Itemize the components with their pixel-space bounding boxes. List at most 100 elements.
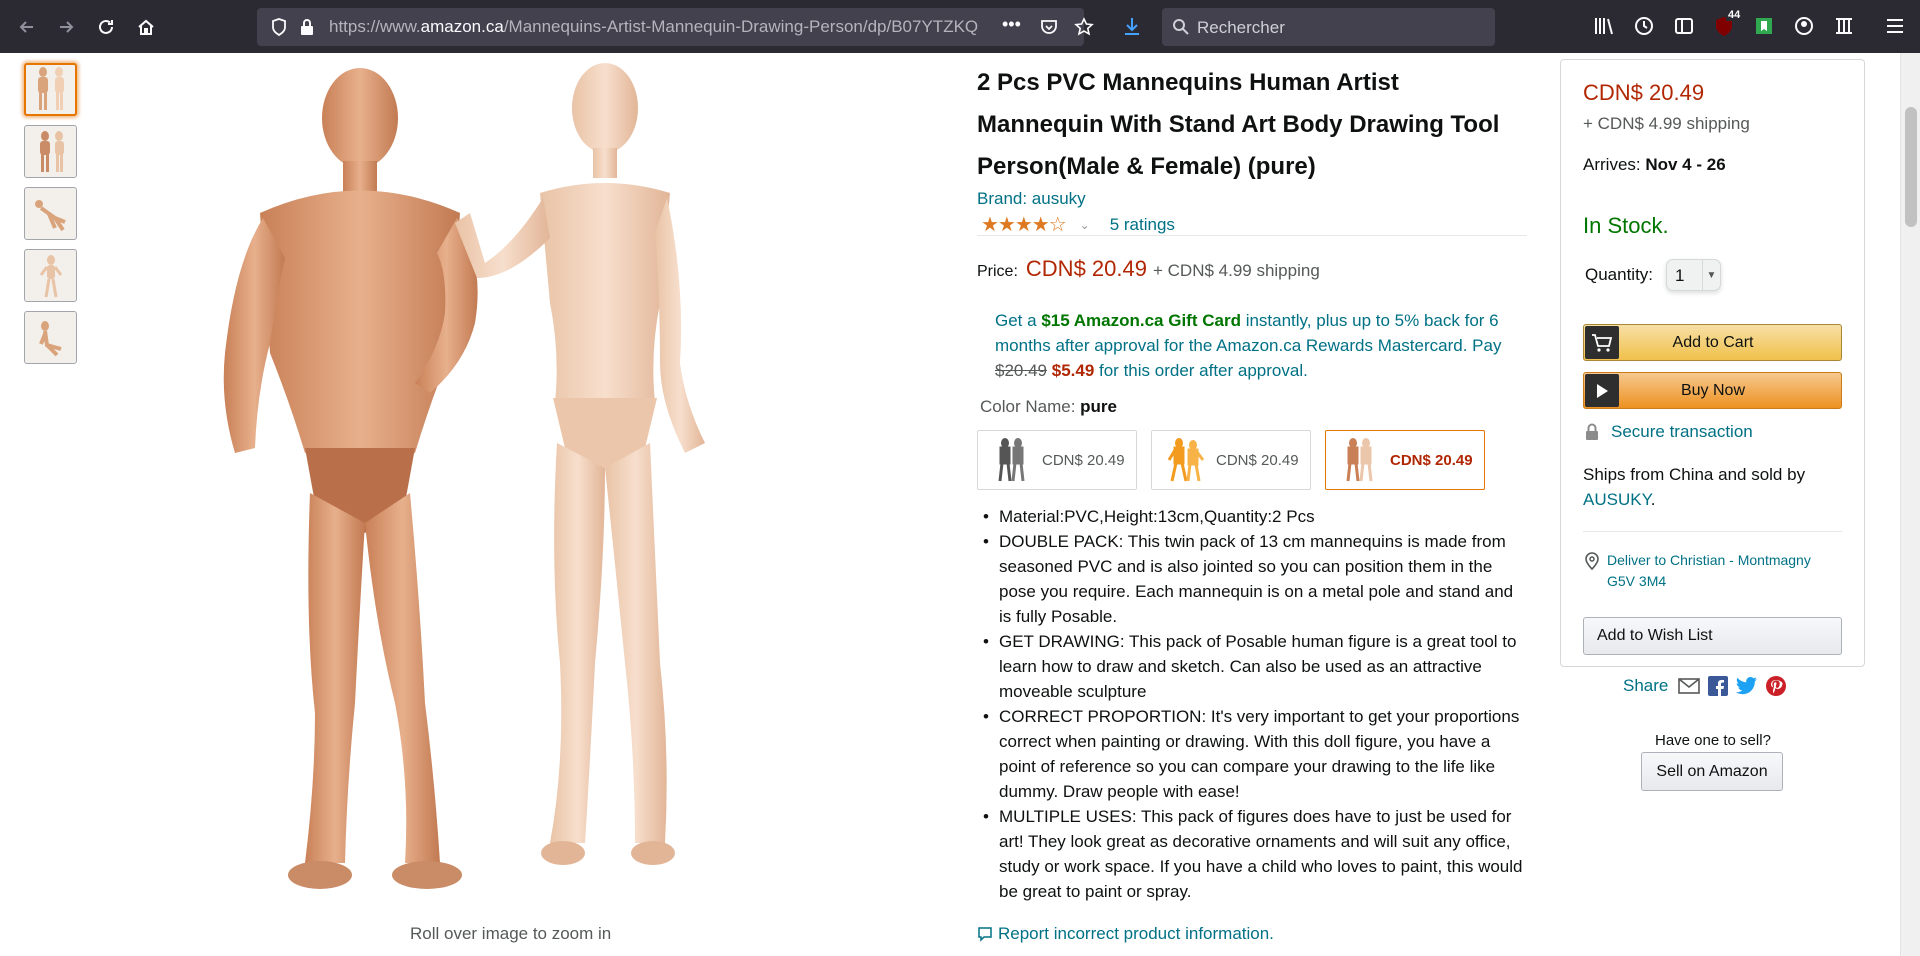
buybox-shipping: + CDN$ 4.99 shipping [1583, 114, 1750, 133]
seller-link[interactable]: AUSUKY [1583, 490, 1651, 509]
search-placeholder: Rechercher [1197, 18, 1285, 37]
promo-text: for this order after approval. [1094, 361, 1308, 380]
thumbnail-4[interactable] [24, 249, 77, 302]
color-name-label: Color Name: pure [980, 397, 1117, 417]
quantity-value: 1 [1675, 266, 1685, 285]
bookmark-extension-icon[interactable] [1753, 15, 1775, 37]
arrow-right-icon [60, 21, 74, 33]
report-link[interactable]: Report incorrect product information. [977, 924, 1274, 944]
library-icon[interactable] [1593, 15, 1615, 37]
list-item: GET DRAWING: This pack of Posable human … [983, 629, 1529, 704]
thumbnail-list [24, 63, 77, 373]
swatch-dark[interactable]: CDN$ 20.49 [977, 430, 1137, 490]
url-bar[interactable]: https://www.amazon.ca/Mannequins-Artist-… [257, 8, 1094, 46]
play-icon [1585, 374, 1619, 407]
dark-mannequin-icon [998, 438, 1025, 482]
swatch-price: CDN$ 20.49 [1216, 451, 1299, 469]
sidebar-icon[interactable] [1673, 15, 1695, 37]
sell-question: Have one to sell? [1655, 732, 1771, 749]
pinterest-icon[interactable] [1766, 676, 1787, 696]
secure-label: Secure transaction [1611, 422, 1753, 441]
divider [977, 235, 1527, 236]
back-button[interactable] [12, 12, 42, 42]
rating-row: ★★★★☆ ⌄ 5 ratings [981, 212, 1175, 237]
scrollbar-thumb[interactable] [1905, 107, 1917, 227]
product-page: Roll over image to zoom in 2 Pcs PVC Man… [0, 53, 1920, 956]
thumbnail-3[interactable] [24, 187, 77, 240]
zoom-hint: Roll over image to zoom in [410, 924, 612, 943]
sell-on-amazon-button[interactable]: Sell on Amazon [1641, 752, 1783, 791]
chevron-down-icon: ▼ [1702, 260, 1720, 290]
extensions-grid-icon[interactable] [1833, 15, 1855, 37]
twitter-icon[interactable] [1736, 677, 1758, 695]
star-rating[interactable]: ★★★★☆ [981, 212, 1067, 237]
list-item: MULTIPLE USES: This pack of figures does… [983, 804, 1529, 904]
download-icon[interactable] [1121, 15, 1143, 37]
mannequin-pair-icon [39, 130, 64, 172]
thumbnail-5[interactable] [24, 311, 77, 364]
more-icon[interactable]: ••• [1002, 14, 1022, 34]
url-prefix: https://www. [329, 17, 421, 36]
price-row: Price: CDN$ 20.49 + CDN$ 4.99 shipping [977, 256, 1320, 282]
promo-old-price: $20.49 [995, 361, 1047, 380]
credit-card-promo[interactable]: Get a $15 Amazon.ca Gift Card instantly,… [995, 308, 1515, 383]
facebook-icon[interactable] [1708, 676, 1729, 696]
product-title: 2 Pcs PVC Mannequins Human Artist Manneq… [977, 69, 1500, 180]
pocket-icon[interactable] [1039, 17, 1059, 37]
share-row: Share [1623, 676, 1794, 696]
home-button[interactable] [131, 12, 161, 42]
reload-button[interactable] [91, 12, 121, 42]
standing-mannequin-icon [39, 254, 62, 297]
color-label-text: Color Name: [980, 397, 1081, 416]
swatch-orange[interactable]: CDN$ 20.49 [1151, 430, 1311, 490]
secure-transaction-link[interactable]: Secure transaction [1585, 422, 1753, 442]
feature-bullets: Material:PVC,Height:13cm,Quantity:2 Pcs … [983, 504, 1529, 904]
orange-mannequin-icon [1167, 438, 1205, 482]
arrives-label: Arrives: [1583, 155, 1646, 174]
mannequin-pair-icon [37, 66, 64, 110]
lock-icon[interactable] [297, 17, 317, 37]
product-main-image[interactable] [165, 63, 865, 923]
deliver-to-link[interactable]: Deliver to Christian - Montmagny G5V 3M4 [1585, 550, 1811, 592]
buy-now-button[interactable]: Buy Now [1583, 372, 1842, 409]
divider [1583, 531, 1842, 532]
menu-icon[interactable] [1884, 15, 1906, 37]
male-mannequin [223, 68, 478, 889]
reclining-mannequin-icon [34, 199, 66, 231]
buy-now-label: Buy Now [1680, 381, 1746, 399]
extension-badge: 44 [1726, 9, 1743, 21]
email-icon[interactable] [1678, 677, 1701, 695]
color-value: pure [1080, 397, 1117, 416]
color-swatches: CDN$ 20.49 CDN$ 20.49 CDN$ 20.49 [977, 430, 1499, 490]
list-item: Material:PVC,Height:13cm,Quantity:2 Pcs [983, 504, 1529, 529]
brand-link[interactable]: Brand: ausuky [977, 189, 1086, 209]
price-value: CDN$ 20.49 [1025, 256, 1147, 281]
ratings-count-link[interactable]: 5 ratings [1110, 215, 1175, 235]
browser-toolbar: https://www.amazon.ca/Mannequins-Artist-… [0, 0, 1920, 53]
cart-icon [1585, 326, 1619, 359]
url-text[interactable]: https://www.amazon.ca/Mannequins-Artist-… [329, 17, 979, 37]
chevron-down-icon[interactable]: ⌄ [1080, 218, 1090, 232]
thumbnail-1[interactable] [24, 63, 77, 116]
page-scrollbar[interactable] [1900, 53, 1920, 956]
shield-icon[interactable] [269, 17, 289, 37]
ships-from-label: Ships from China and sold by [1583, 465, 1806, 484]
url-domain: amazon.ca [420, 17, 504, 36]
comment-icon [978, 927, 992, 942]
swatch-pure[interactable]: CDN$ 20.49 [1325, 430, 1485, 490]
list-item: CORRECT PROPORTION: It's very important … [983, 704, 1529, 804]
add-to-wish-list-button[interactable]: Add to Wish List [1583, 617, 1842, 655]
quantity-select[interactable]: 1 ▼ [1666, 259, 1721, 291]
pure-mannequin-icon [1346, 438, 1373, 482]
add-to-cart-button[interactable]: Add to Cart [1583, 324, 1842, 361]
add-to-cart-label: Add to Cart [1672, 333, 1754, 351]
forward-button[interactable] [51, 12, 81, 42]
arrival-date: Arrives: Nov 4 - 26 [1583, 155, 1726, 175]
quantity-label: Quantity: [1585, 265, 1654, 284]
history-icon[interactable] [1633, 15, 1655, 37]
promo-text: Get a [995, 311, 1042, 330]
search-bar[interactable]: Rechercher [1162, 8, 1495, 46]
bookmark-star-icon[interactable] [1074, 17, 1094, 37]
thumbnail-2[interactable] [24, 125, 77, 178]
account-icon[interactable] [1793, 15, 1815, 37]
